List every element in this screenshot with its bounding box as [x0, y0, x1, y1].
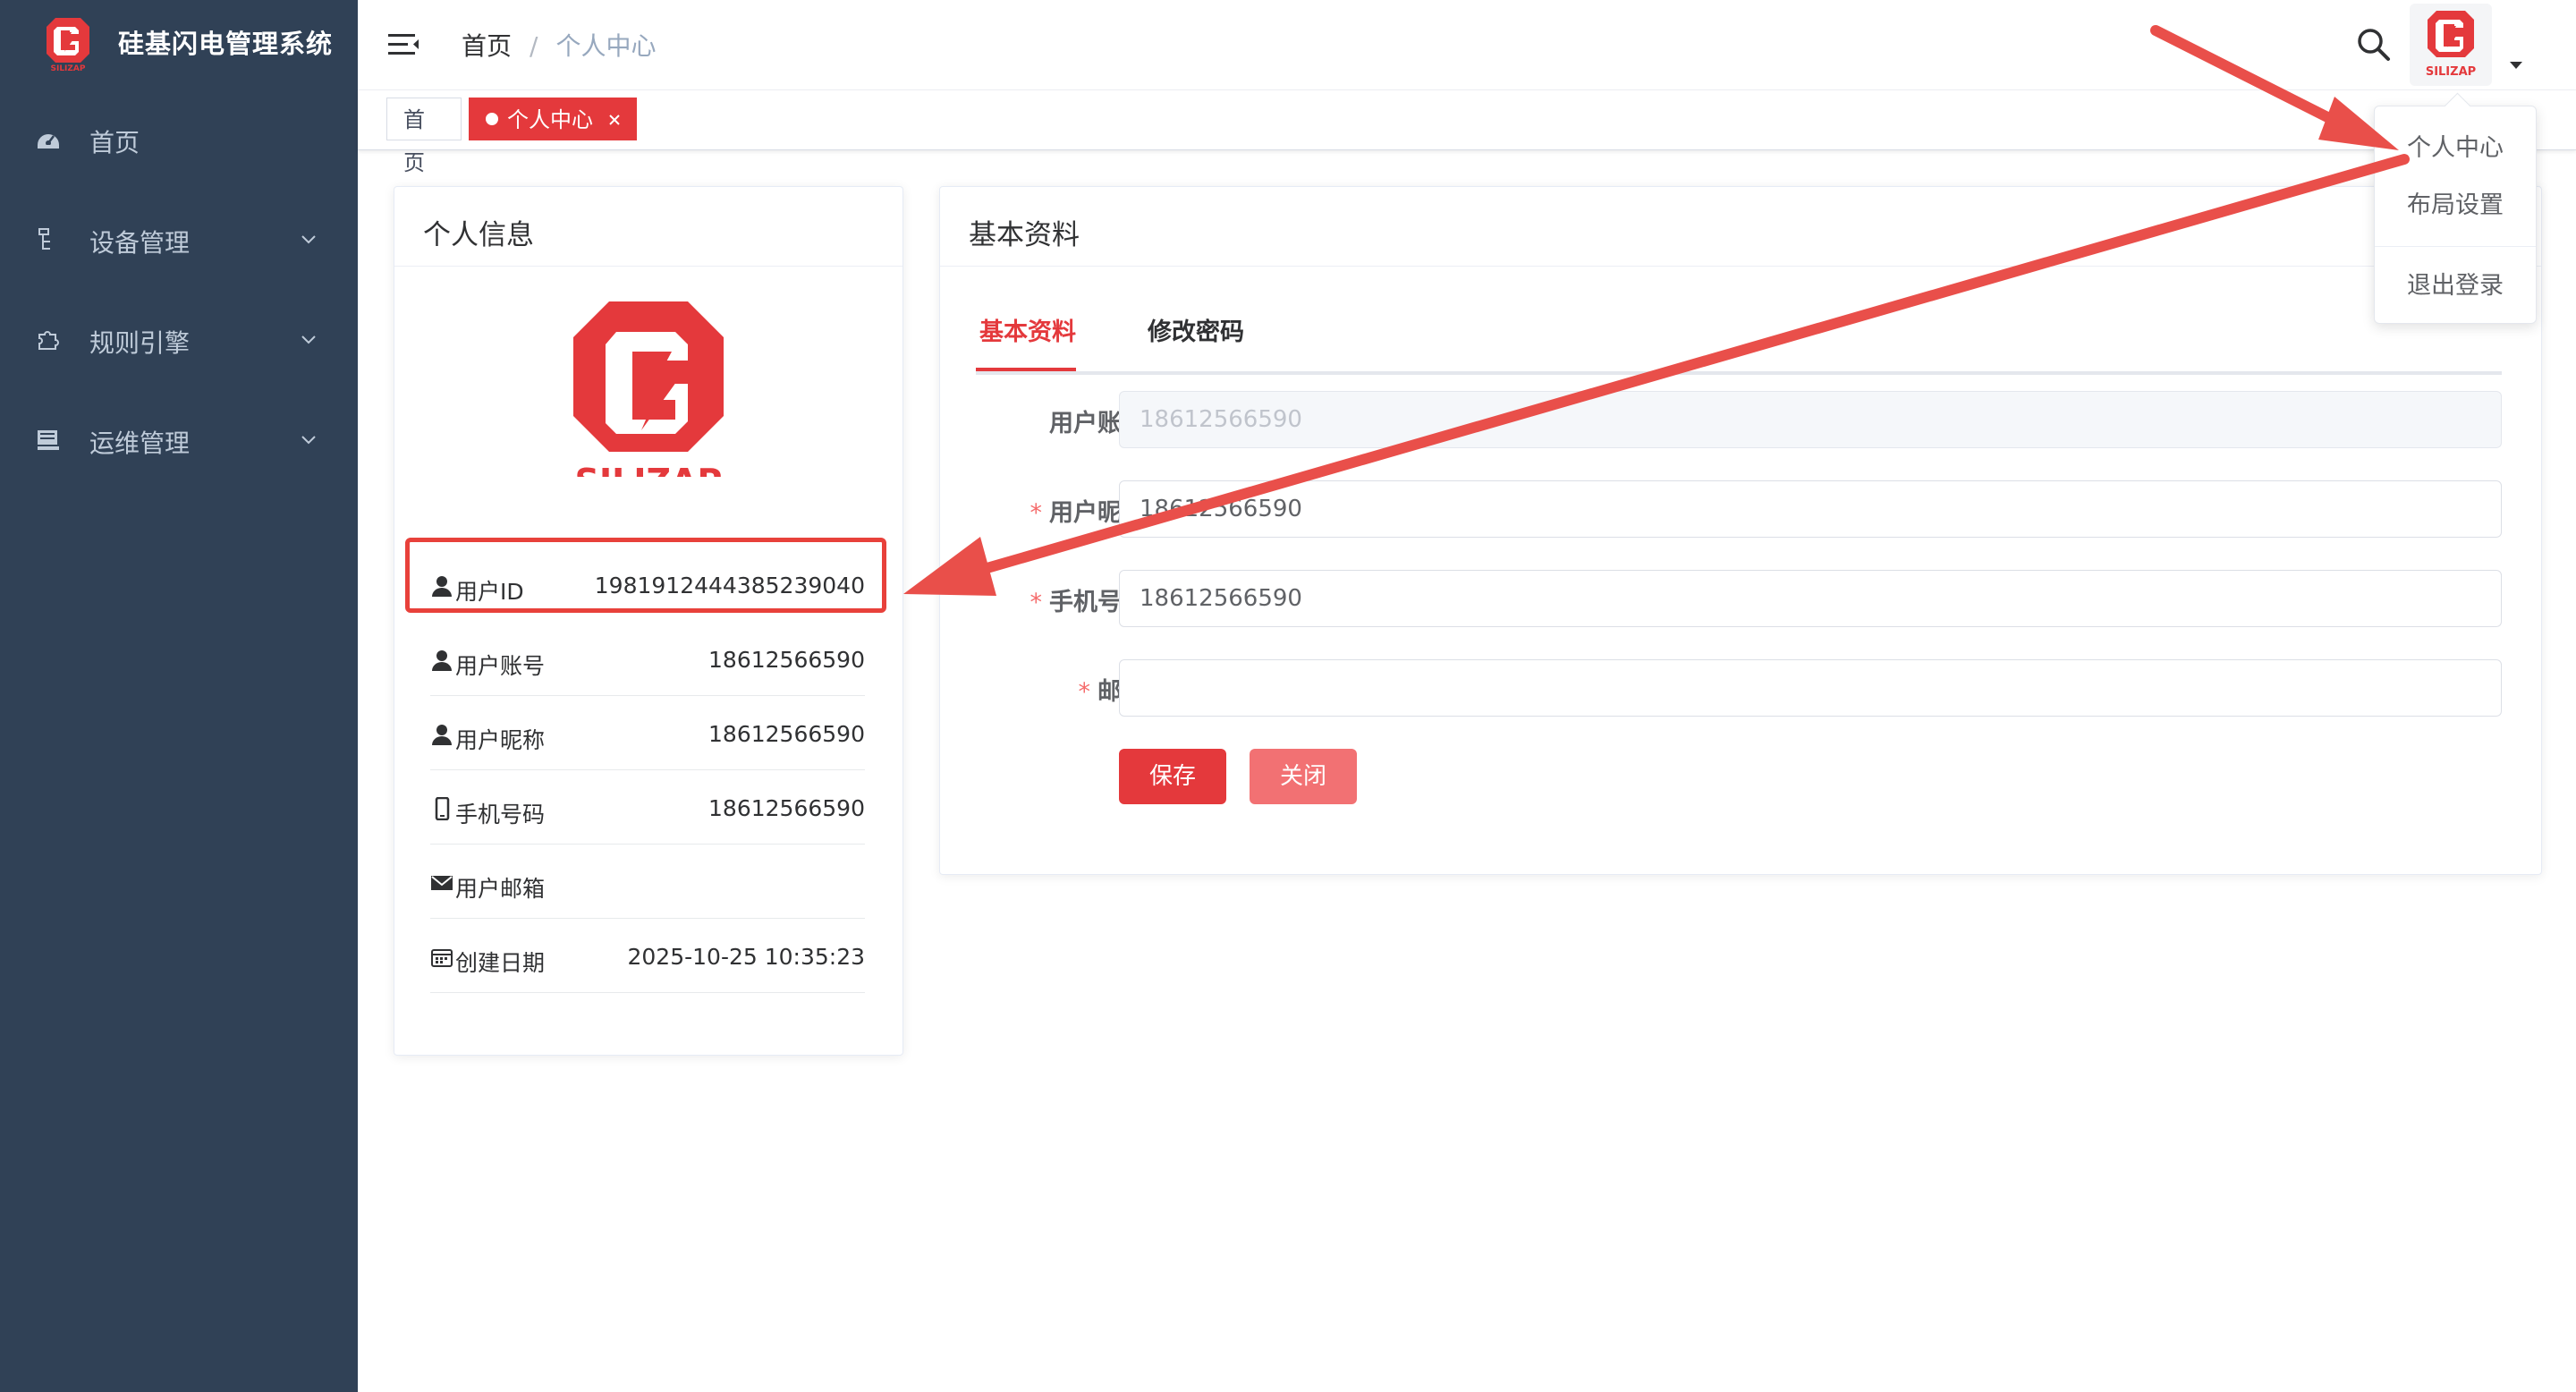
svg-text:SILIZAP: SILIZAP: [2426, 65, 2476, 79]
dashboard-icon: [38, 134, 59, 149]
sidebar: SILIZAP 硅基闪电管理系统 首页 设备管理 规则引擎 运维管理: [0, 0, 358, 1392]
close-icon[interactable]: [607, 113, 622, 127]
avatar[interactable]: SILIZAP: [2410, 4, 2492, 86]
dropdown-divider: [2375, 246, 2536, 247]
tags-view: 首页 个人中心: [358, 90, 2576, 175]
menu-fold-icon[interactable]: [386, 27, 422, 63]
caret-down-icon[interactable]: [2508, 59, 2524, 72]
profile-row-label: 用户ID: [455, 579, 524, 605]
tab-basic-info[interactable]: 基本资料: [979, 312, 1076, 347]
basic-info-card: 基本资料 基本资料 修改密码 用户账号 *用户昵称 *手机号码 *邮箱 保存 关…: [939, 186, 2542, 875]
server-icon: [38, 430, 59, 450]
dropdown-item-profile[interactable]: 个人中心: [2375, 128, 2536, 163]
app-title: 硅基闪电管理系统: [118, 29, 334, 59]
chevron-down-icon: [301, 335, 316, 344]
sidebar-item-rules[interactable]: 规则引擎: [0, 290, 358, 390]
tag-profile-active[interactable]: 个人中心: [469, 98, 637, 140]
silizap-logo-icon: SILIZAP: [2426, 11, 2476, 79]
breadcrumb-current: 个人中心: [555, 31, 657, 61]
profile-row-label: 创建日期: [455, 950, 546, 976]
silizap-logo-icon: SILIZAP: [570, 301, 727, 495]
profile-row-value: 18612566590: [708, 721, 865, 747]
profile-row-created: 创建日期 2025-10-25 10:35:23: [430, 919, 865, 993]
user-icon: [432, 576, 452, 597]
svg-text:SILIZAP: SILIZAP: [50, 64, 85, 73]
sidebar-item-label: 首页: [89, 128, 140, 157]
profile-row-label: 用户邮箱: [455, 876, 546, 902]
calendar-icon: [431, 949, 453, 967]
search-icon[interactable]: [2354, 25, 2394, 64]
profile-row-nickname: 用户昵称 18612566590: [430, 696, 865, 770]
chevron-down-icon: [301, 436, 316, 445]
email-field[interactable]: [1119, 659, 2502, 717]
user-icon: [432, 725, 452, 745]
nickname-field[interactable]: [1119, 480, 2502, 538]
breadcrumb-separator: /: [530, 31, 538, 61]
sidebar-item-label: 设备管理: [89, 228, 191, 258]
top-navbar: 首页 / 个人中心 SILIZAP: [358, 0, 2576, 90]
user-icon: [432, 650, 452, 671]
silizap-logo-icon: SILIZAP: [47, 18, 89, 73]
tab-change-password[interactable]: 修改密码: [1148, 312, 1244, 347]
profile-row-label: 用户账号: [455, 653, 546, 679]
tag-label: 首页: [403, 107, 425, 175]
tag-label: 个人中心: [507, 107, 593, 132]
close-button[interactable]: 关闭: [1250, 749, 1357, 804]
active-tab-indicator: [976, 368, 1076, 371]
account-field: [1119, 391, 2502, 448]
profile-row-label: 用户昵称: [455, 727, 546, 753]
profile-row-value: 2025-10-25 10:35:23: [627, 944, 865, 970]
active-dot-icon: [486, 113, 498, 125]
dropdown-item-logout[interactable]: 退出登录: [2375, 266, 2536, 301]
profile-row-value: 1981912444385239040: [594, 573, 865, 598]
puzzle-icon: [38, 331, 59, 350]
sidebar-item-device[interactable]: 设备管理: [0, 190, 358, 290]
profile-row-account: 用户账号 18612566590: [430, 622, 865, 696]
profile-card-header: 个人信息: [394, 187, 902, 267]
mail-icon: [431, 876, 453, 890]
dropdown-item-layout-settings[interactable]: 布局设置: [2375, 185, 2536, 220]
basic-info-card-header: 基本资料: [940, 187, 2541, 267]
profile-row-phone: 手机号码 18612566590: [430, 770, 865, 845]
sidebar-item-label: 规则引擎: [89, 328, 191, 358]
breadcrumb-home[interactable]: 首页: [462, 31, 512, 61]
device-tree-icon: [38, 228, 50, 250]
profile-row-label: 手机号码: [455, 802, 546, 828]
brand[interactable]: SILIZAP 硅基闪电管理系统: [0, 0, 358, 89]
profile-card: 个人信息 SILIZAP 用户ID 1981912444385239040 用户…: [394, 186, 903, 1056]
profile-row-value: 18612566590: [708, 795, 865, 821]
profile-row-userid: 用户ID 1981912444385239040: [430, 547, 865, 621]
sidebar-item-ops[interactable]: 运维管理: [0, 390, 358, 490]
sidebar-item-label: 运维管理: [89, 429, 191, 458]
sidebar-item-home[interactable]: 首页: [0, 89, 358, 190]
profile-card-title: 个人信息: [423, 219, 534, 251]
tag-home[interactable]: 首页: [386, 98, 462, 175]
phone-field[interactable]: [1119, 570, 2502, 627]
basic-info-tabs: 基本资料 修改密码: [976, 294, 2502, 375]
basic-info-card-title: 基本资料: [969, 219, 1080, 251]
profile-row-email: 用户邮箱: [430, 845, 865, 919]
profile-row-value: 18612566590: [708, 647, 865, 673]
save-button[interactable]: 保存: [1119, 749, 1226, 804]
breadcrumb: 首页 / 个人中心: [462, 27, 656, 63]
user-dropdown-menu: 个人中心 布局设置 退出登录: [2374, 92, 2537, 324]
chevron-down-icon: [301, 235, 316, 244]
phone-icon: [435, 797, 450, 820]
